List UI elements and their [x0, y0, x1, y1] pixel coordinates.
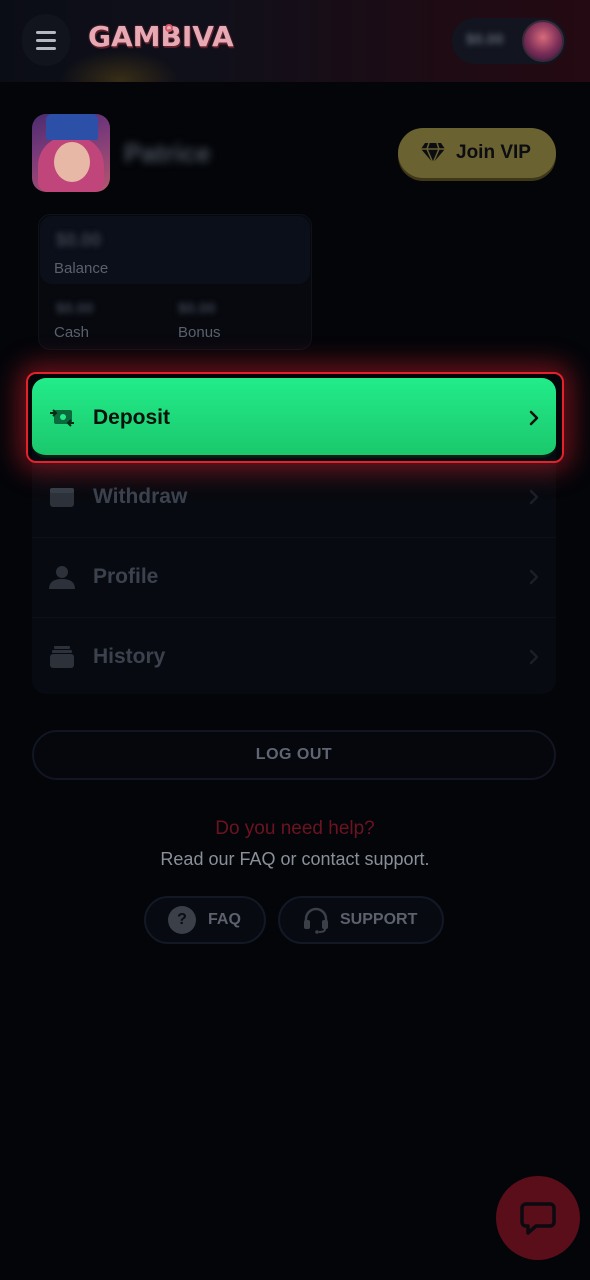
chevron-right-icon — [529, 410, 539, 426]
header-glow-decoration — [60, 50, 180, 82]
hamburger-icon-line — [36, 38, 56, 42]
deposit-label: Deposit — [93, 406, 171, 429]
hamburger-icon-line — [36, 30, 56, 34]
header-avatar[interactable] — [522, 20, 564, 62]
profile-label: Profile — [93, 565, 159, 588]
faq-button[interactable]: ? FAQ — [144, 896, 266, 944]
chat-bubble-icon — [520, 1202, 556, 1235]
balance-label: Balance — [54, 260, 109, 277]
logo-swirl-icon — [165, 24, 173, 32]
help-title: Do you need help? — [215, 818, 375, 839]
menu-item-withdraw[interactable]: Withdraw — [32, 458, 556, 538]
wallet-amount: $0.00 — [466, 31, 504, 48]
username: Patrice — [124, 138, 211, 168]
question-mark-icon: ? — [168, 906, 196, 934]
menu-item-profile[interactable]: Profile — [32, 538, 556, 618]
cash-label: Cash — [54, 324, 90, 341]
wallet-icon — [50, 488, 74, 507]
help-subtitle: Read our FAQ or contact support. — [160, 849, 430, 869]
history-stack-icon — [50, 646, 74, 668]
menu-item-history[interactable]: History — [32, 618, 556, 698]
join-vip-label: Join VIP — [456, 142, 531, 163]
bonus-amount: $0.00 — [178, 300, 216, 317]
avatar-face — [54, 142, 90, 182]
support-label: SUPPORT — [340, 911, 418, 928]
chevron-right-icon — [529, 649, 539, 665]
gambiva-logo[interactable]: GAMBIVA — [88, 20, 234, 53]
person-icon — [49, 566, 75, 589]
hamburger-menu-button[interactable] — [22, 14, 70, 66]
withdraw-label: Withdraw — [93, 485, 188, 508]
cash-amount: $0.00 — [56, 300, 94, 317]
headset-icon — [304, 907, 328, 934]
chevron-right-icon — [529, 489, 539, 505]
history-label: History — [93, 645, 166, 668]
logout-button[interactable]: LOG OUT — [32, 730, 556, 780]
bonus-label: Bonus — [178, 324, 221, 341]
support-button[interactable]: SUPPORT — [278, 896, 444, 944]
hamburger-icon-line — [36, 46, 56, 50]
live-chat-button[interactable] — [496, 1176, 580, 1260]
diamond-icon — [421, 142, 445, 164]
profile-avatar — [32, 114, 110, 192]
balance-amount: $0.00 — [56, 230, 102, 250]
faq-label: FAQ — [208, 911, 241, 928]
join-vip-button[interactable]: Join VIP — [398, 128, 556, 178]
chevron-right-icon — [529, 569, 539, 585]
money-transfer-icon — [50, 409, 74, 427]
avatar-hat — [46, 114, 98, 140]
menu-item-deposit[interactable]: Deposit — [32, 378, 556, 458]
